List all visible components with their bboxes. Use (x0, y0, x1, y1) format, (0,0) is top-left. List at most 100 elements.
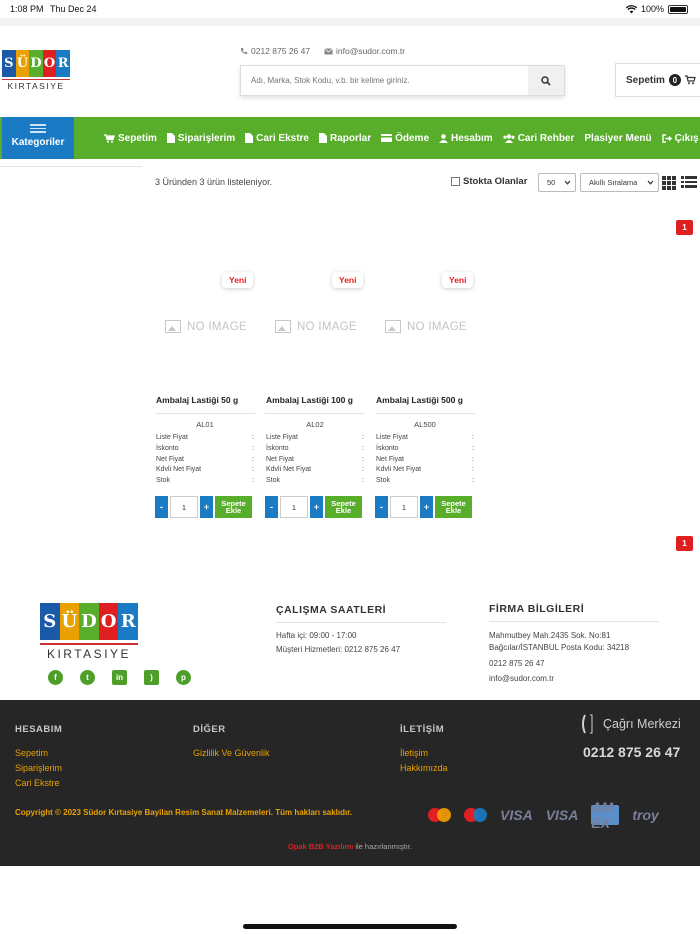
pagination-top[interactable]: 1 (676, 220, 693, 235)
categories-label: Kategoriler (11, 136, 65, 148)
product-image-placeholder[interactable]: NO IMAGE (165, 320, 247, 333)
status-right: 100% (625, 4, 688, 14)
product-card[interactable]: Yeni NO IMAGE Ambalaj Lastiği 50 g AL01 List… (155, 270, 255, 525)
product-code: AL02 (306, 420, 324, 429)
increase-button[interactable]: + (200, 496, 213, 518)
quantity-input[interactable]: 1 (280, 496, 308, 518)
increase-button[interactable]: + (420, 496, 433, 518)
footer-link[interactable]: İletişim (400, 746, 448, 761)
increase-button[interactable]: + (310, 496, 323, 518)
footer-link[interactable]: Siparişlerim (15, 761, 62, 776)
add-to-cart-button[interactable]: Sepete Ekle (435, 496, 472, 518)
product-image-placeholder[interactable]: NO IMAGE (275, 320, 357, 333)
header-email[interactable]: info@sudor.com.tr (324, 46, 405, 56)
field-separator: : (362, 466, 364, 474)
nav-item[interactable]: Cari Ekstre (245, 133, 309, 144)
new-badge: Yeni (442, 272, 474, 288)
pinterest-icon[interactable]: p (176, 670, 191, 685)
decrease-button[interactable]: - (265, 496, 278, 518)
nav-item[interactable]: Siparişlerim (166, 133, 235, 144)
product-name[interactable]: Ambalaj Lastiği 100 g (266, 395, 353, 405)
company-address: Mahmutbey Mah.2435 Sok. No:81 (489, 630, 611, 640)
nav-item[interactable]: Ödeme (381, 133, 429, 144)
product-field-label: İskonto (156, 444, 179, 452)
add-to-cart-button[interactable]: Sepete Ekle (325, 496, 362, 518)
product-name[interactable]: Ambalaj Lastiği 500 g (376, 395, 463, 405)
footer-logo[interactable]: SÜDOR KIRTASIYE (40, 603, 138, 665)
working-hours-line: Müşteri Hizmetleri: 0212 875 26 47 (276, 645, 401, 654)
page-size-select[interactable]: 50 (538, 173, 576, 192)
header-email-text: info@sudor.com.tr (336, 46, 406, 56)
footer-col-title: İLETİŞİM (400, 724, 445, 735)
basket-button[interactable]: Sepetim 0 (615, 63, 700, 97)
product-code: AL500 (414, 420, 436, 429)
linkedin-icon[interactable]: in (112, 670, 127, 685)
product-card[interactable]: Yeni NO IMAGE Ambalaj Lastiği 100 g AL02 Lis… (265, 270, 365, 525)
facebook-icon[interactable]: f (48, 670, 63, 685)
image-icon (385, 320, 401, 333)
nav-item[interactable]: Hesabım (439, 133, 493, 144)
cart-icon (104, 133, 115, 143)
nav-item[interactable]: Cari Rehber (503, 133, 574, 144)
opak-link[interactable]: Opak B2B Yazılımı (288, 842, 353, 851)
logo-tiles: SÜDOR (2, 50, 70, 77)
product-fields: Liste Fiyat: İskonto: Net Fiyat: Kdvli Net … (156, 433, 254, 487)
nav-item[interactable]: Sepetim (104, 133, 157, 144)
decrease-button[interactable]: - (155, 496, 168, 518)
phone-icon (582, 714, 593, 734)
amex-icon: AM EX (591, 799, 620, 831)
product-name[interactable]: Ambalaj Lastiği 50 g (156, 395, 238, 405)
footer-link[interactable]: Sepetim (15, 746, 62, 761)
product-divider (265, 413, 365, 414)
product-field-row: İskonto: (266, 444, 364, 455)
footer-link[interactable]: Hakkımızda (400, 761, 448, 776)
quantity-input[interactable]: 1 (170, 496, 198, 518)
field-separator: : (362, 455, 364, 463)
field-separator: : (472, 444, 474, 452)
site-logo[interactable]: SÜDOR KIRTASIYE (2, 50, 70, 94)
status-bar: 1:08 PM Thu Dec 24 100% (0, 0, 700, 18)
basket-label: Sepetim (626, 74, 665, 86)
nav-item[interactable]: Plasiyer Menü (584, 133, 651, 144)
decrease-button[interactable]: - (375, 496, 388, 518)
product-field-label: Net Fiyat (376, 455, 405, 463)
nav-item-label: Raporlar (329, 132, 372, 144)
product-fields: Liste Fiyat: İskonto: Net Fiyat: Kdvli Net … (266, 433, 364, 487)
nav-item[interactable]: Çıkış (661, 133, 699, 144)
footer-link[interactable]: Cari Ekstre (15, 776, 62, 791)
grid-view-icon[interactable] (662, 176, 676, 190)
maestro-icon (464, 808, 487, 822)
rss-icon[interactable]: ) (144, 670, 159, 685)
card-icon (381, 134, 393, 142)
logo-letter: D (79, 603, 99, 640)
stock-only-filter[interactable]: Stokta Olanlar (451, 176, 527, 187)
product-field-label: Liste Fiyat (376, 434, 408, 441)
footer-col-title: DİĞER (193, 724, 226, 735)
list-view-icon[interactable] (681, 176, 697, 190)
search-input[interactable] (241, 66, 528, 95)
nav-item[interactable]: Raporlar (318, 132, 372, 144)
logout-icon (661, 133, 672, 143)
working-hours-title: ÇALIŞMA SAATLERİ (276, 603, 446, 623)
add-to-cart-button[interactable]: Sepete Ekle (215, 496, 252, 518)
product-image-placeholder[interactable]: NO IMAGE (385, 320, 467, 333)
sort-select[interactable]: Akıllı Sıralama (580, 173, 659, 192)
pagination-bottom[interactable]: 1 (676, 536, 693, 551)
header-phone[interactable]: 0212 875 26 47 (240, 46, 310, 56)
call-center-phone[interactable]: 0212 875 26 47 (583, 744, 680, 760)
product-field-row: İskonto: (376, 444, 474, 455)
search-button[interactable] (528, 66, 564, 95)
product-field-row: İskonto: (156, 444, 254, 455)
categories-button[interactable]: Kategoriler (2, 117, 74, 159)
troy-icon: troy (632, 807, 659, 823)
footer-link[interactable]: Gizlilik Ve Güvenlik (193, 746, 270, 761)
nav-item-label: Hesabım (451, 132, 493, 144)
twitter-icon[interactable]: t (80, 670, 95, 685)
quantity-input[interactable]: 1 (390, 496, 418, 518)
search-box (240, 65, 565, 96)
stock-only-checkbox[interactable] (451, 177, 460, 186)
status-time: 1:08 PM (10, 4, 44, 14)
company-email[interactable]: info@sudor.com.tr (489, 673, 659, 686)
product-card[interactable]: Yeni NO IMAGE Ambalaj Lastiği 500 g AL500 Li… (375, 270, 475, 525)
company-phone[interactable]: 0212 875 26 47 (489, 658, 659, 671)
